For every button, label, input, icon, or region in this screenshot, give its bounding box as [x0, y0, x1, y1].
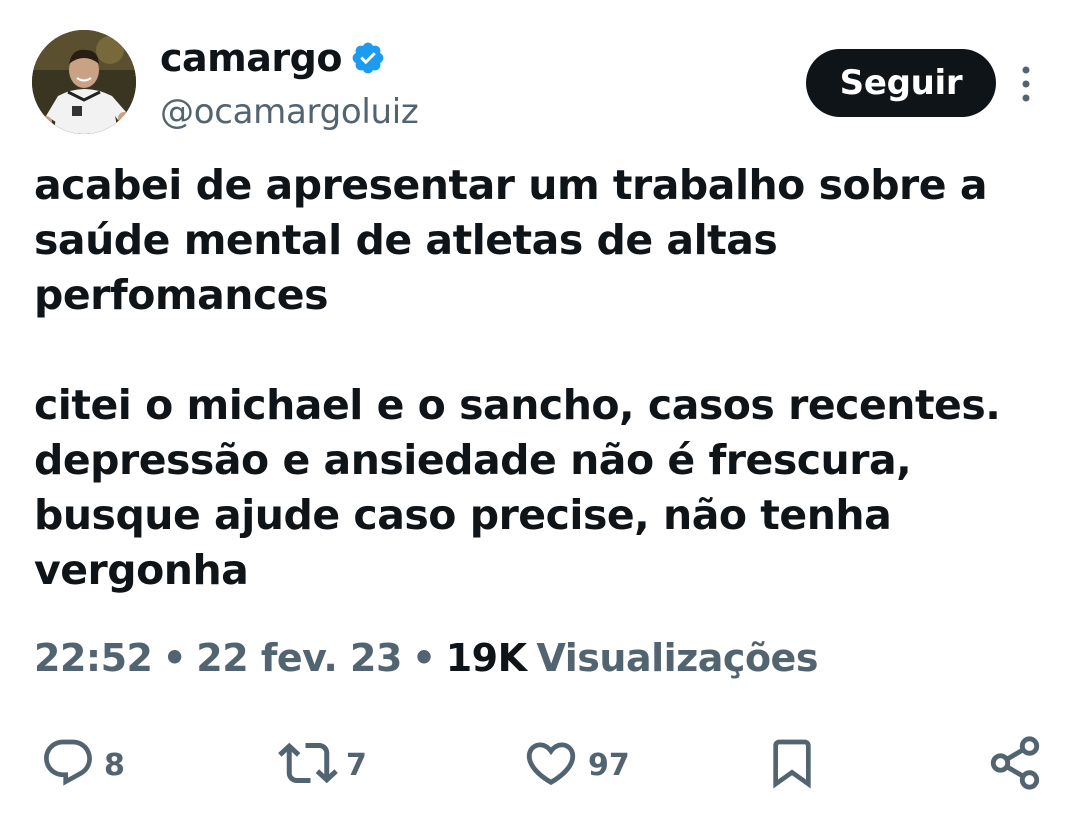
- meta-separator: •: [411, 636, 436, 680]
- tweet-card: camargo @ocamargoluiz Seguir acabei de a…: [0, 0, 1080, 835]
- tweet-meta: 22:52 • 22 fev. 23 • 19K Visualizações: [34, 636, 818, 680]
- bookmark-icon: [764, 735, 820, 795]
- tweet-time[interactable]: 22:52: [34, 636, 153, 680]
- tweet-paragraph-1: acabei de apresentar um trabalho sobre a…: [34, 161, 988, 319]
- author-handle[interactable]: @ocamargoluiz: [160, 92, 419, 132]
- verified-badge-icon: [350, 40, 386, 76]
- tweet-date[interactable]: 22 fev. 23: [196, 636, 402, 680]
- action-bar: 8 7 97: [0, 730, 1080, 800]
- tweet-paragraph-2-line-1: citei o michael e o sancho, casos recent…: [34, 381, 1001, 429]
- retweet-button[interactable]: 7: [278, 730, 367, 800]
- display-name[interactable]: camargo: [160, 36, 342, 80]
- reply-icon: [40, 735, 96, 795]
- avatar-image: [32, 30, 136, 134]
- like-count: 97: [588, 747, 630, 783]
- views-count: 19K: [445, 636, 527, 680]
- share-icon: [986, 734, 1044, 796]
- tweet-paragraph-2-line-2: depressão e ansiedade não é frescura, bu…: [34, 436, 912, 594]
- meta-separator: •: [162, 636, 187, 680]
- avatar[interactable]: [32, 30, 136, 134]
- share-button[interactable]: [986, 730, 1044, 800]
- bookmark-button[interactable]: [764, 730, 820, 800]
- heart-icon: [522, 734, 580, 796]
- like-button[interactable]: 97: [522, 730, 630, 800]
- reply-button[interactable]: 8: [40, 730, 125, 800]
- retweet-count: 7: [346, 747, 367, 783]
- reply-count: 8: [104, 747, 125, 783]
- follow-button[interactable]: Seguir: [806, 49, 996, 117]
- tweet-text: acabei de apresentar um trabalho sobre a…: [34, 158, 1044, 598]
- views-label: Visualizações: [536, 636, 819, 680]
- more-vertical-icon[interactable]: [1014, 64, 1038, 104]
- author-name-row[interactable]: camargo: [160, 34, 386, 82]
- retweet-icon: [278, 733, 338, 797]
